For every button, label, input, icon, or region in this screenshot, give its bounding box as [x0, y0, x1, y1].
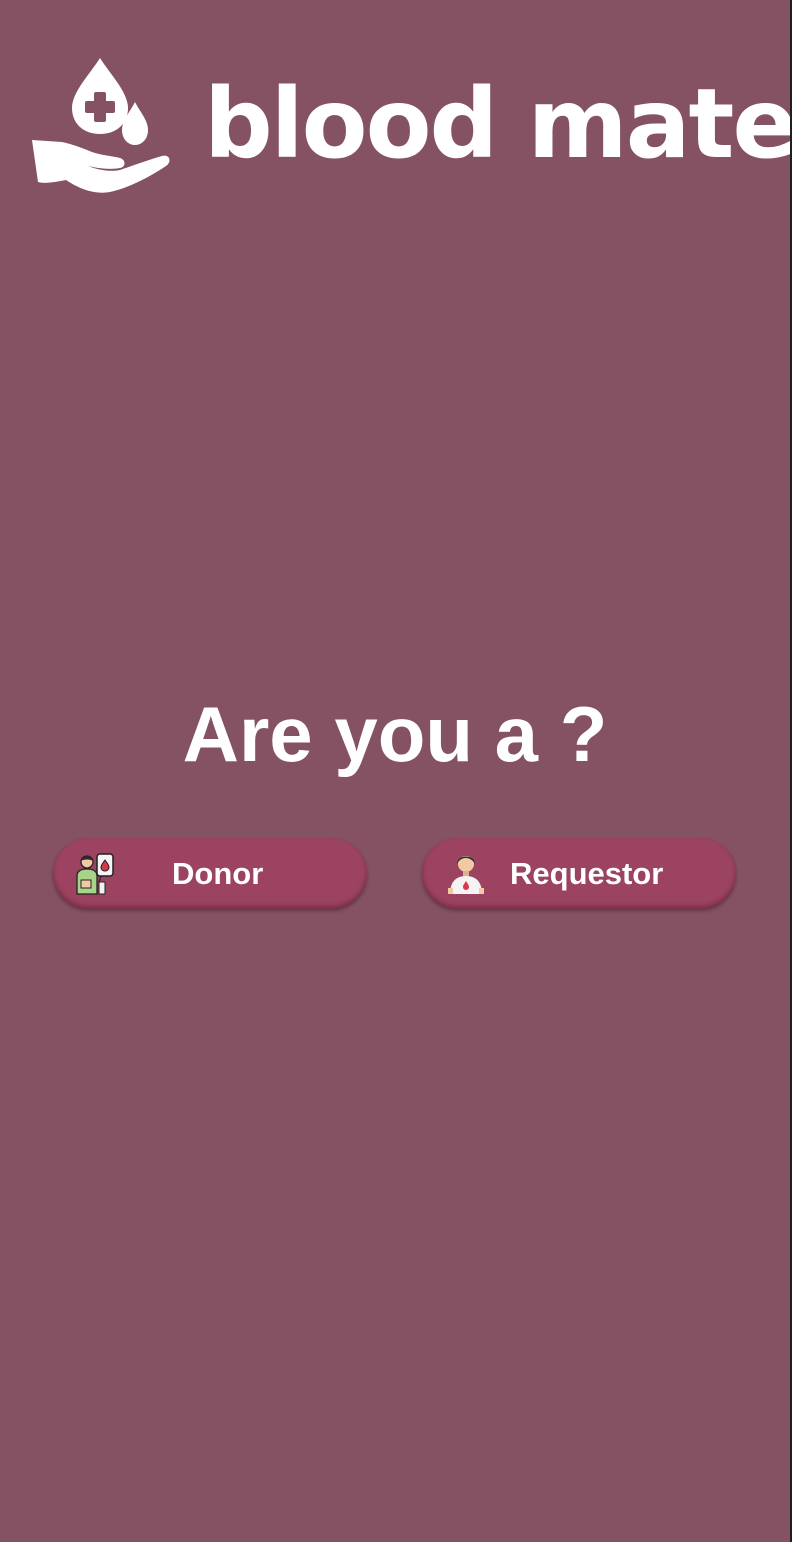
app-screen: blood mate Are you a ? Donor Requestor [0, 0, 792, 1542]
requestor-button[interactable]: Requestor [422, 838, 736, 909]
donor-person-icon [76, 853, 114, 895]
hand-with-blood-drops-icon [32, 58, 170, 193]
donor-button-label: Donor [172, 856, 264, 891]
requestor-button-label: Requestor [510, 856, 664, 891]
app-brand-name: blood mate [204, 68, 792, 180]
donor-button[interactable]: Donor [53, 838, 367, 909]
role-question-heading: Are you a ? [182, 690, 608, 778]
requestor-person-icon [448, 856, 484, 894]
